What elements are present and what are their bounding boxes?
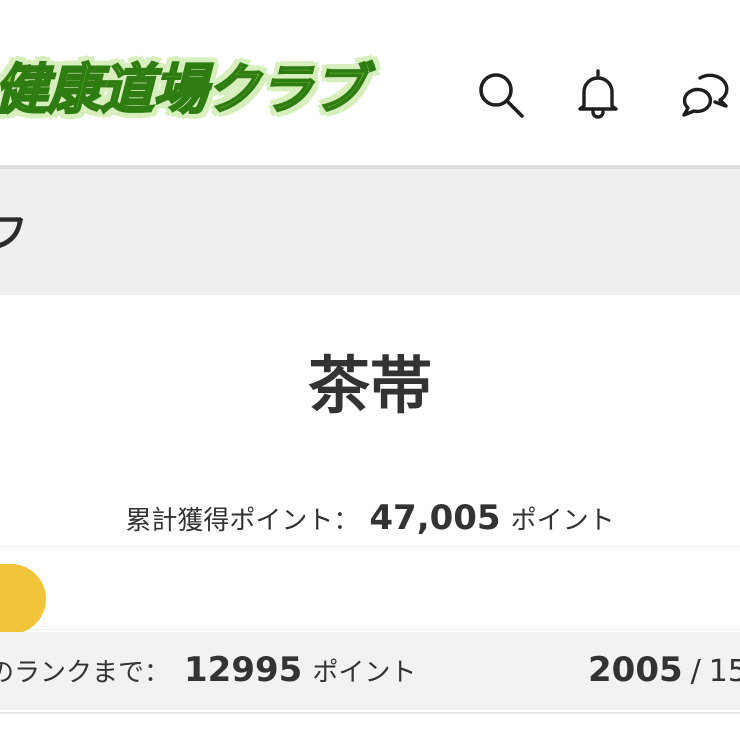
rank-points-ratio: 2005/150 xyxy=(588,648,740,694)
app-header: 健康道場クラブ xyxy=(0,0,740,166)
next-rank-row: のランクまで： 12995 ポイント 2005/150 xyxy=(0,632,740,710)
next-rank-remaining: のランクまで： 12995 ポイント xyxy=(0,648,416,695)
bell-icon[interactable] xyxy=(570,66,626,122)
rank-progress-fill xyxy=(0,564,46,634)
rank-name: 茶帯 xyxy=(307,349,432,422)
rank-progress-bar xyxy=(0,546,740,634)
next-rank-value: 12995 xyxy=(184,650,303,690)
search-icon[interactable] xyxy=(472,66,528,122)
next-rank-unit: ポイント xyxy=(312,658,417,688)
total-points-label: 累計獲得ポイント： xyxy=(125,506,360,536)
site-logo[interactable]: 健康道場クラブ xyxy=(0,52,367,128)
page-title: フ xyxy=(0,210,28,256)
page: 健康道場クラブ フ 茶帯 累計獲得ポイント： 47,005 ポイント のランクま… xyxy=(0,0,740,740)
section-divider xyxy=(0,712,740,714)
page-title-band: フ xyxy=(0,169,740,295)
ratio-separator: / xyxy=(690,654,701,689)
next-rank-label: のランクまで： xyxy=(0,658,171,688)
total-points-value: 47,005 xyxy=(369,498,501,538)
current-points: 2005 xyxy=(588,650,683,690)
total-points-unit: ポイント xyxy=(510,506,615,536)
total-points-line: 累計獲得ポイント： 47,005 ポイント xyxy=(0,496,740,543)
goal-points: 150 xyxy=(708,654,740,689)
chat-icon[interactable] xyxy=(678,66,734,122)
